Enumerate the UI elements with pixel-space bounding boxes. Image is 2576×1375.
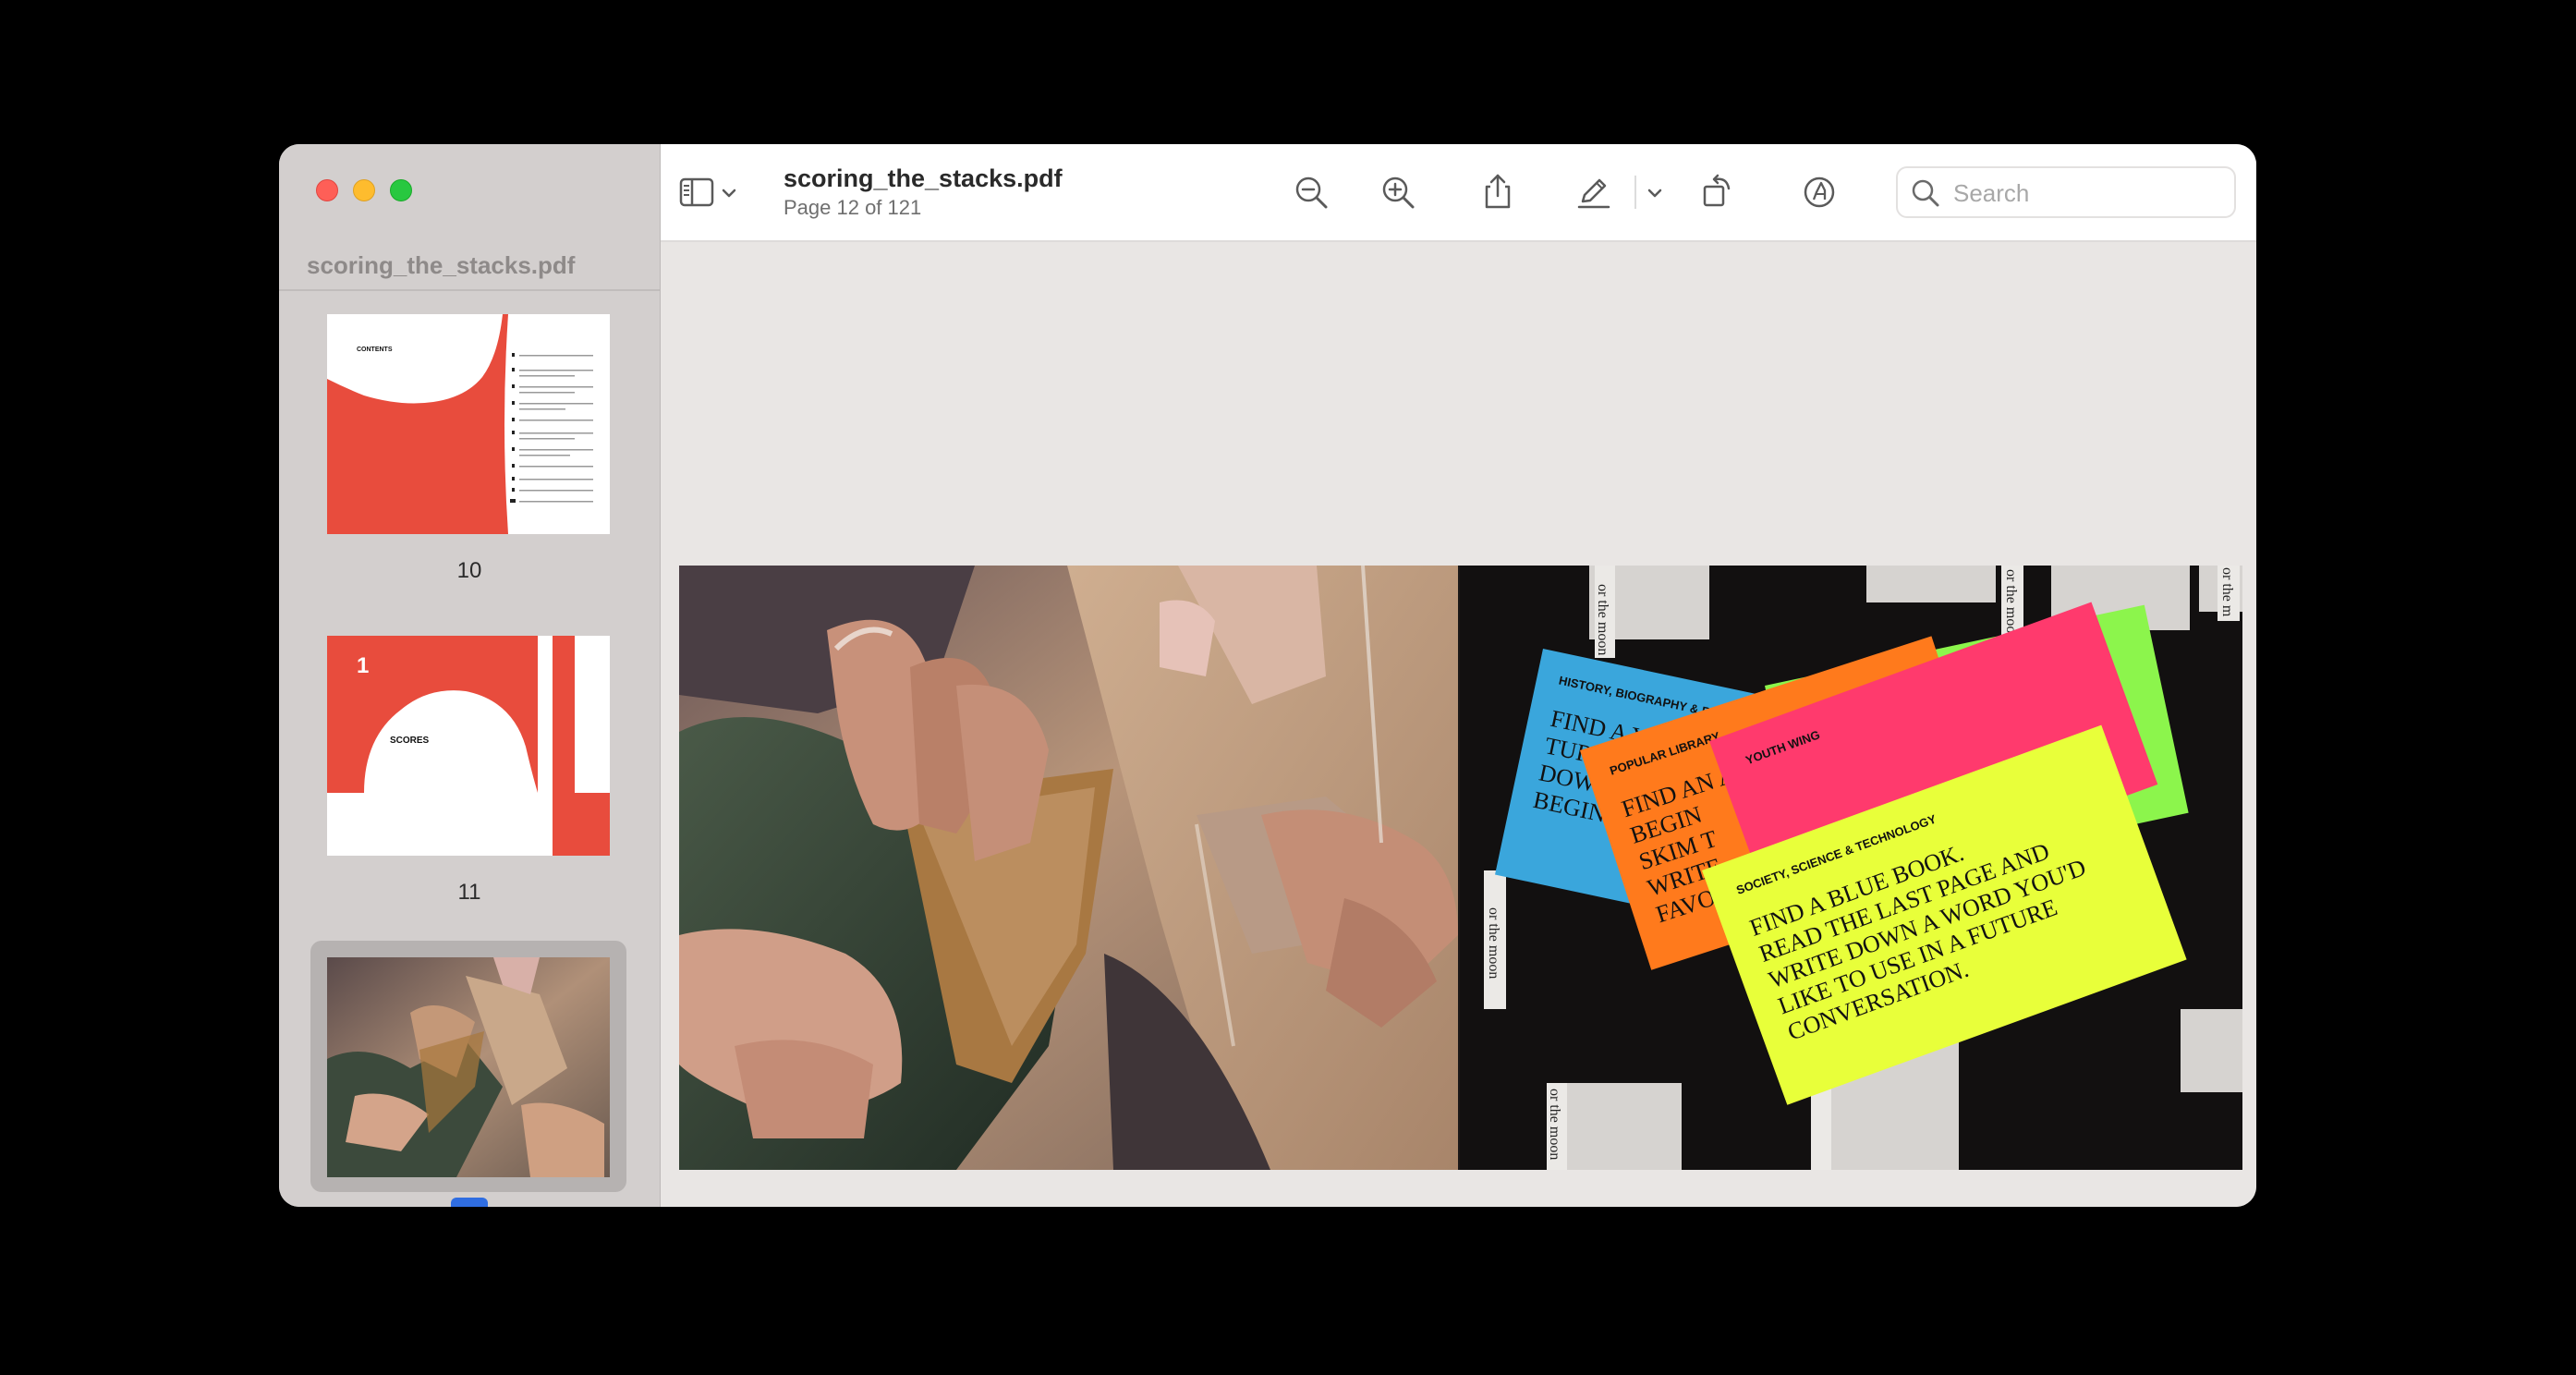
pdf-page: or the moon or the moon or the m or the … [679,566,2242,1170]
zoom-out-icon [1295,176,1328,209]
page-number-badge [451,1198,488,1207]
rotate-icon [1703,174,1731,207]
scores-page-graphic: 1 SCORES [327,636,610,856]
toolbar: scoring_the_stacks.pdf Page 12 of 121 [661,144,2256,242]
thumbnail-page-11[interactable]: 1 SCORES [327,636,610,856]
document-title: scoring_the_stacks.pdf [784,164,1063,192]
document-view[interactable]: or the moon or the moon or the m or the … [661,242,2256,1207]
hands-photo-graphic [679,566,1458,1170]
search-field[interactable] [1896,166,2236,218]
share-button[interactable] [1476,170,1520,214]
photo-cards: or the moon or the moon or the m or the … [1460,566,2242,1170]
share-icon [1485,174,1511,209]
thumbnail-label-11: 11 [457,880,481,905]
zoom-in-icon [1382,176,1415,209]
maximize-window-button[interactable] [390,179,412,201]
thumb-scores-heading: SCORES [390,736,430,746]
markup-circle-icon [1804,176,1835,208]
sidebar-divider [279,289,660,291]
annotate-button[interactable] [1797,170,1841,214]
sidebar-toggle-button[interactable] [677,170,722,214]
thumbnail-image: 1 SCORES [327,636,610,856]
sidebar: scoring_the_stacks.pdf CONTENTS 10 1 SCO… [279,144,661,1207]
thumbnail-page-12[interactable] [327,957,610,1177]
thumb-contents-heading: CONTENTS [357,347,393,353]
chevron-down-icon [1647,189,1662,198]
spine-text: or the moon [1486,907,1501,979]
photo-page-graphic [327,957,610,1177]
close-window-button[interactable] [316,179,338,201]
thumbnail-page-10[interactable]: CONTENTS [327,314,610,534]
thumbnail-label-10: 10 [456,558,482,583]
thumb-section-number: 1 [357,653,369,678]
zoom-in-button[interactable] [1376,170,1420,214]
spine-text: or the m [2219,567,2235,617]
cards-photo-graphic: or the moon or the moon or the m or the … [1460,566,2242,1170]
photo-hands-box [679,566,1458,1170]
page-indicator: Page 12 of 121 [784,196,922,219]
zoom-out-button[interactable] [1289,170,1333,214]
search-icon [1912,179,1939,207]
minimize-window-button[interactable] [353,179,375,201]
preview-window: scoring_the_stacks.pdf CONTENTS 10 1 SCO… [279,144,2256,1207]
rotate-button[interactable] [1695,170,1740,214]
sidebar-title: scoring_the_stacks.pdf [307,251,576,279]
contents-page-graphic: CONTENTS [327,314,610,534]
spine-text: or the moon [1547,1089,1562,1160]
chevron-down-icon [722,189,736,198]
markup-button[interactable] [1572,170,1616,214]
thumbnail-image: CONTENTS [327,314,610,534]
spine-text: or the moon [1595,584,1610,655]
markup-options-dropdown[interactable] [1644,170,1666,214]
sidebar-options-dropdown[interactable] [718,170,740,214]
sidebar-icon [679,177,714,207]
toolbar-separator [1634,176,1636,209]
thumbnail-image [327,957,610,1177]
pencil-icon [1577,178,1610,209]
search-input[interactable] [1951,176,2223,211]
